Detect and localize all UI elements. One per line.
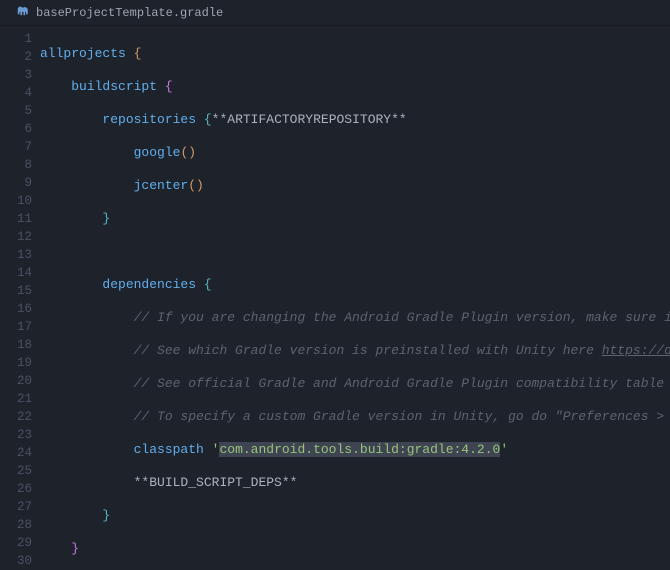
line-number: 15 <box>0 282 32 300</box>
line-number: 5 <box>0 102 32 120</box>
line-number: 17 <box>0 318 32 336</box>
line-number: 20 <box>0 372 32 390</box>
line-number: 28 <box>0 516 32 534</box>
tab-filename: baseProjectTemplate.gradle <box>36 6 223 20</box>
line-number: 27 <box>0 498 32 516</box>
line-number: 2 <box>0 48 32 66</box>
line-number: 11 <box>0 210 32 228</box>
line-number: 1 <box>0 30 32 48</box>
editor: 1234567891011121314151617181920212223242… <box>0 26 670 565</box>
line-gutter: 1234567891011121314151617181920212223242… <box>0 26 40 565</box>
line-number: 10 <box>0 192 32 210</box>
line-number: 13 <box>0 246 32 264</box>
selected-text: com.android.tools.build:gradle:4.2.0 <box>219 442 500 457</box>
tab-bar: baseProjectTemplate.gradle <box>0 0 670 26</box>
line-number: 23 <box>0 426 32 444</box>
line-number: 8 <box>0 156 32 174</box>
line-number: 7 <box>0 138 32 156</box>
line-number: 18 <box>0 336 32 354</box>
line-number: 22 <box>0 408 32 426</box>
elephant-icon <box>16 4 30 22</box>
line-number: 30 <box>0 552 32 570</box>
line-number: 16 <box>0 300 32 318</box>
line-number: 19 <box>0 354 32 372</box>
file-tab[interactable]: baseProjectTemplate.gradle <box>6 0 233 26</box>
line-number: 29 <box>0 534 32 552</box>
line-number: 12 <box>0 228 32 246</box>
line-number: 9 <box>0 174 32 192</box>
line-number: 3 <box>0 66 32 84</box>
code-area[interactable]: allprojects { buildscript { repositories… <box>40 26 670 565</box>
line-number: 21 <box>0 390 32 408</box>
line-number: 6 <box>0 120 32 138</box>
line-number: 14 <box>0 264 32 282</box>
line-number: 26 <box>0 480 32 498</box>
line-number: 24 <box>0 444 32 462</box>
line-number: 4 <box>0 84 32 102</box>
line-number: 25 <box>0 462 32 480</box>
